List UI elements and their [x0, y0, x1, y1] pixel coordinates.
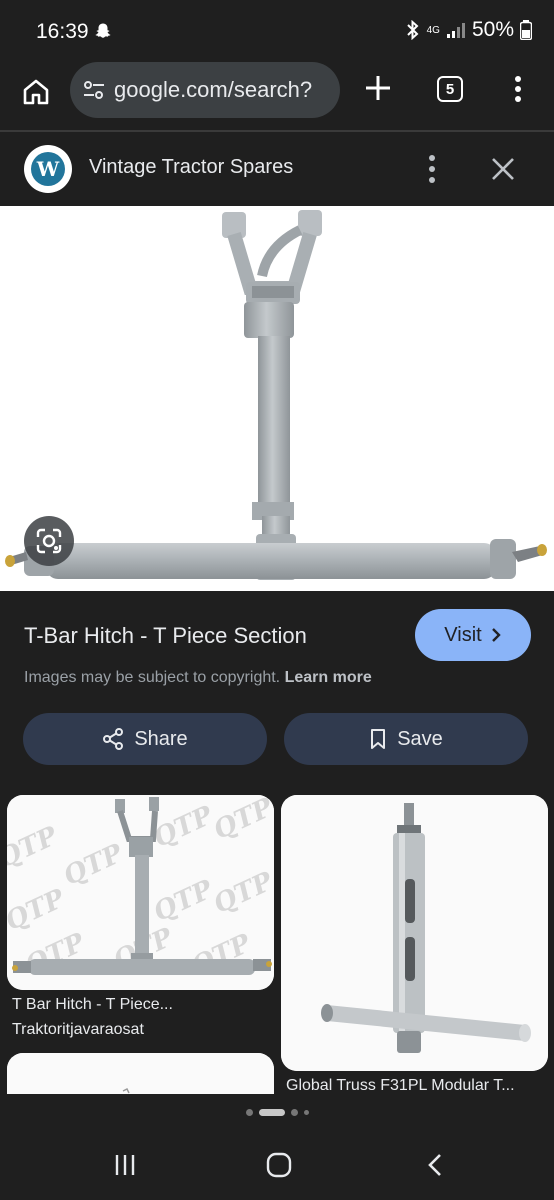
share-button[interactable]: Share	[23, 713, 267, 765]
close-icon[interactable]	[488, 154, 518, 184]
tab-switcher-button[interactable]: 5	[437, 76, 463, 102]
url-text[interactable]: google.com/search?	[114, 77, 312, 103]
network-type: 4G	[426, 24, 440, 36]
signal-icon	[446, 23, 465, 38]
home-icon	[23, 79, 49, 105]
copyright-notice: Images may be subject to copyright. Lear…	[24, 669, 372, 687]
copyright-text: Images may be subject to copyright.	[24, 669, 281, 686]
battery-level: 50%	[471, 18, 514, 41]
home-nav-icon[interactable]	[266, 1152, 292, 1178]
carousel-dot	[303, 1109, 309, 1115]
t-bar-hitch-image	[5, 210, 547, 580]
related-result-title-1[interactable]: T Bar Hitch - T Piece...	[12, 996, 173, 1014]
back-icon[interactable]	[424, 1152, 446, 1178]
google-lens-button[interactable]	[24, 516, 74, 566]
address-bar[interactable]: google.com/search?	[70, 62, 340, 118]
status-indicators: 4G 50%	[405, 18, 532, 42]
status-bar: 16:39 4G 50%	[0, 0, 554, 62]
related-result-title-2[interactable]: Global Truss F31PL Modular T...	[286, 1077, 548, 1095]
carousel-dot	[245, 1108, 253, 1116]
carousel-dot-active	[258, 1108, 285, 1116]
result-info-panel: T-Bar Hitch - T Piece Section Visit Imag…	[0, 591, 554, 791]
carousel-dot	[290, 1108, 298, 1116]
more-vert-icon[interactable]	[508, 74, 528, 104]
share-icon	[103, 728, 124, 750]
wordpress-logo-icon: W	[31, 152, 65, 186]
bookmark-icon	[371, 729, 386, 749]
save-label: Save	[397, 727, 443, 750]
system-nav-bar	[0, 1130, 554, 1200]
site-logo: W	[24, 145, 72, 193]
site-header: W Vintage Tractor Spares	[0, 132, 554, 206]
t-bar-hitch-thumbnail: QTP QTP QTP QTP QTP QTP QTP QTP QTP QTP	[7, 795, 274, 990]
carousel-indicator	[0, 1094, 554, 1130]
status-time: 16:39	[36, 20, 89, 43]
home-button[interactable]	[18, 74, 54, 110]
tune-icon[interactable]	[82, 78, 106, 102]
google-lens-icon	[36, 528, 62, 554]
new-tab-button[interactable]	[362, 72, 394, 104]
site-more-options-icon[interactable]	[422, 152, 442, 186]
save-button[interactable]: Save	[284, 713, 528, 765]
related-result-image-1[interactable]: QTP QTP QTP QTP QTP QTP QTP QTP QTP QTP	[7, 795, 274, 990]
recent-apps-icon[interactable]	[112, 1152, 138, 1178]
result-image[interactable]	[0, 206, 554, 591]
visit-button[interactable]: Visit	[415, 609, 531, 661]
truss-thumbnail	[281, 795, 548, 1071]
chevron-right-icon	[491, 628, 501, 642]
result-title[interactable]: T-Bar Hitch - T Piece Section	[24, 623, 307, 649]
browser-toolbar: google.com/search? 5	[0, 62, 554, 130]
related-result-image-2[interactable]	[281, 795, 548, 1071]
related-result-source-1[interactable]: Traktoritjavaraosat	[12, 1021, 144, 1039]
site-name: Vintage Tractor Spares	[89, 156, 294, 178]
bluetooth-icon	[406, 20, 419, 40]
visit-label: Visit	[444, 623, 482, 646]
share-label: Share	[134, 727, 188, 750]
battery-icon	[520, 20, 532, 40]
snapchat-icon	[95, 23, 111, 38]
learn-more-link[interactable]: Learn more	[285, 669, 372, 686]
